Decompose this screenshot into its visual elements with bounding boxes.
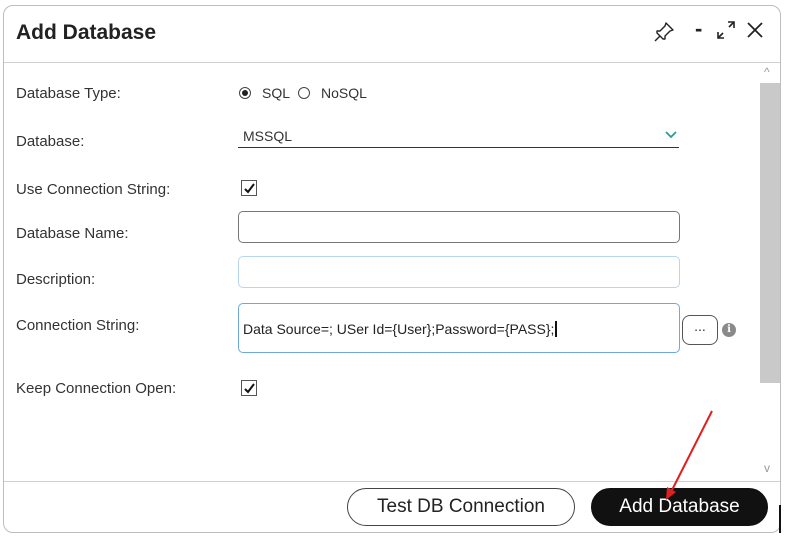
dialog-titlebar: Add Database - [4, 6, 780, 63]
description-input[interactable] [238, 256, 680, 288]
scrollbar-thumb[interactable] [760, 83, 780, 383]
close-icon[interactable] [743, 18, 767, 42]
chevron-down-icon [665, 131, 677, 139]
database-name-input[interactable] [238, 211, 680, 243]
test-db-connection-button[interactable]: Test DB Connection [347, 488, 575, 526]
connection-string-input[interactable]: Data Source=; USer Id={User};Password={P… [238, 303, 680, 353]
description-label: Description: [16, 271, 96, 288]
browse-button[interactable]: ... [682, 315, 718, 345]
scroll-down-icon[interactable]: v [764, 461, 770, 475]
use-connection-string-label: Use Connection String: [16, 181, 171, 198]
connection-string-label: Connection String: [16, 317, 140, 334]
pin-icon[interactable] [652, 20, 676, 44]
checkmark-icon [244, 383, 255, 394]
sql-radio[interactable] [239, 87, 251, 99]
sql-radio-label[interactable]: SQL [262, 85, 290, 101]
database-select[interactable]: MSSQL [238, 126, 679, 148]
nosql-radio[interactable] [298, 87, 310, 99]
resize-grip[interactable] [779, 505, 789, 533]
add-database-dialog: Add Database - Database Type: SQL NoSQL … [3, 5, 781, 533]
minimize-icon[interactable]: - [695, 16, 702, 42]
keep-connection-open-checkbox[interactable] [241, 380, 257, 396]
expand-icon[interactable] [715, 19, 737, 41]
checkmark-icon [244, 183, 255, 194]
scroll-up-icon[interactable]: ^ [764, 65, 770, 79]
dialog-footer: Test DB Connection Add Database [4, 481, 780, 532]
database-label: Database: [16, 133, 85, 150]
database-type-label: Database Type: [16, 85, 121, 102]
dialog-content: Database Type: SQL NoSQL Database: MSSQL… [4, 63, 756, 481]
dialog-title: Add Database [16, 21, 157, 44]
vertical-scrollbar[interactable]: ^ v [760, 63, 780, 481]
database-name-label: Database Name: [16, 225, 129, 242]
keep-connection-open-label: Keep Connection Open: [16, 380, 177, 397]
info-icon[interactable]: i [722, 323, 736, 337]
nosql-radio-label[interactable]: NoSQL [321, 85, 367, 101]
text-caret [555, 321, 557, 337]
database-select-value: MSSQL [243, 128, 293, 144]
add-database-button[interactable]: Add Database [591, 488, 768, 526]
use-connection-string-checkbox[interactable] [241, 180, 257, 196]
connection-string-value: Data Source=; USer Id={User};Password={P… [243, 321, 557, 337]
